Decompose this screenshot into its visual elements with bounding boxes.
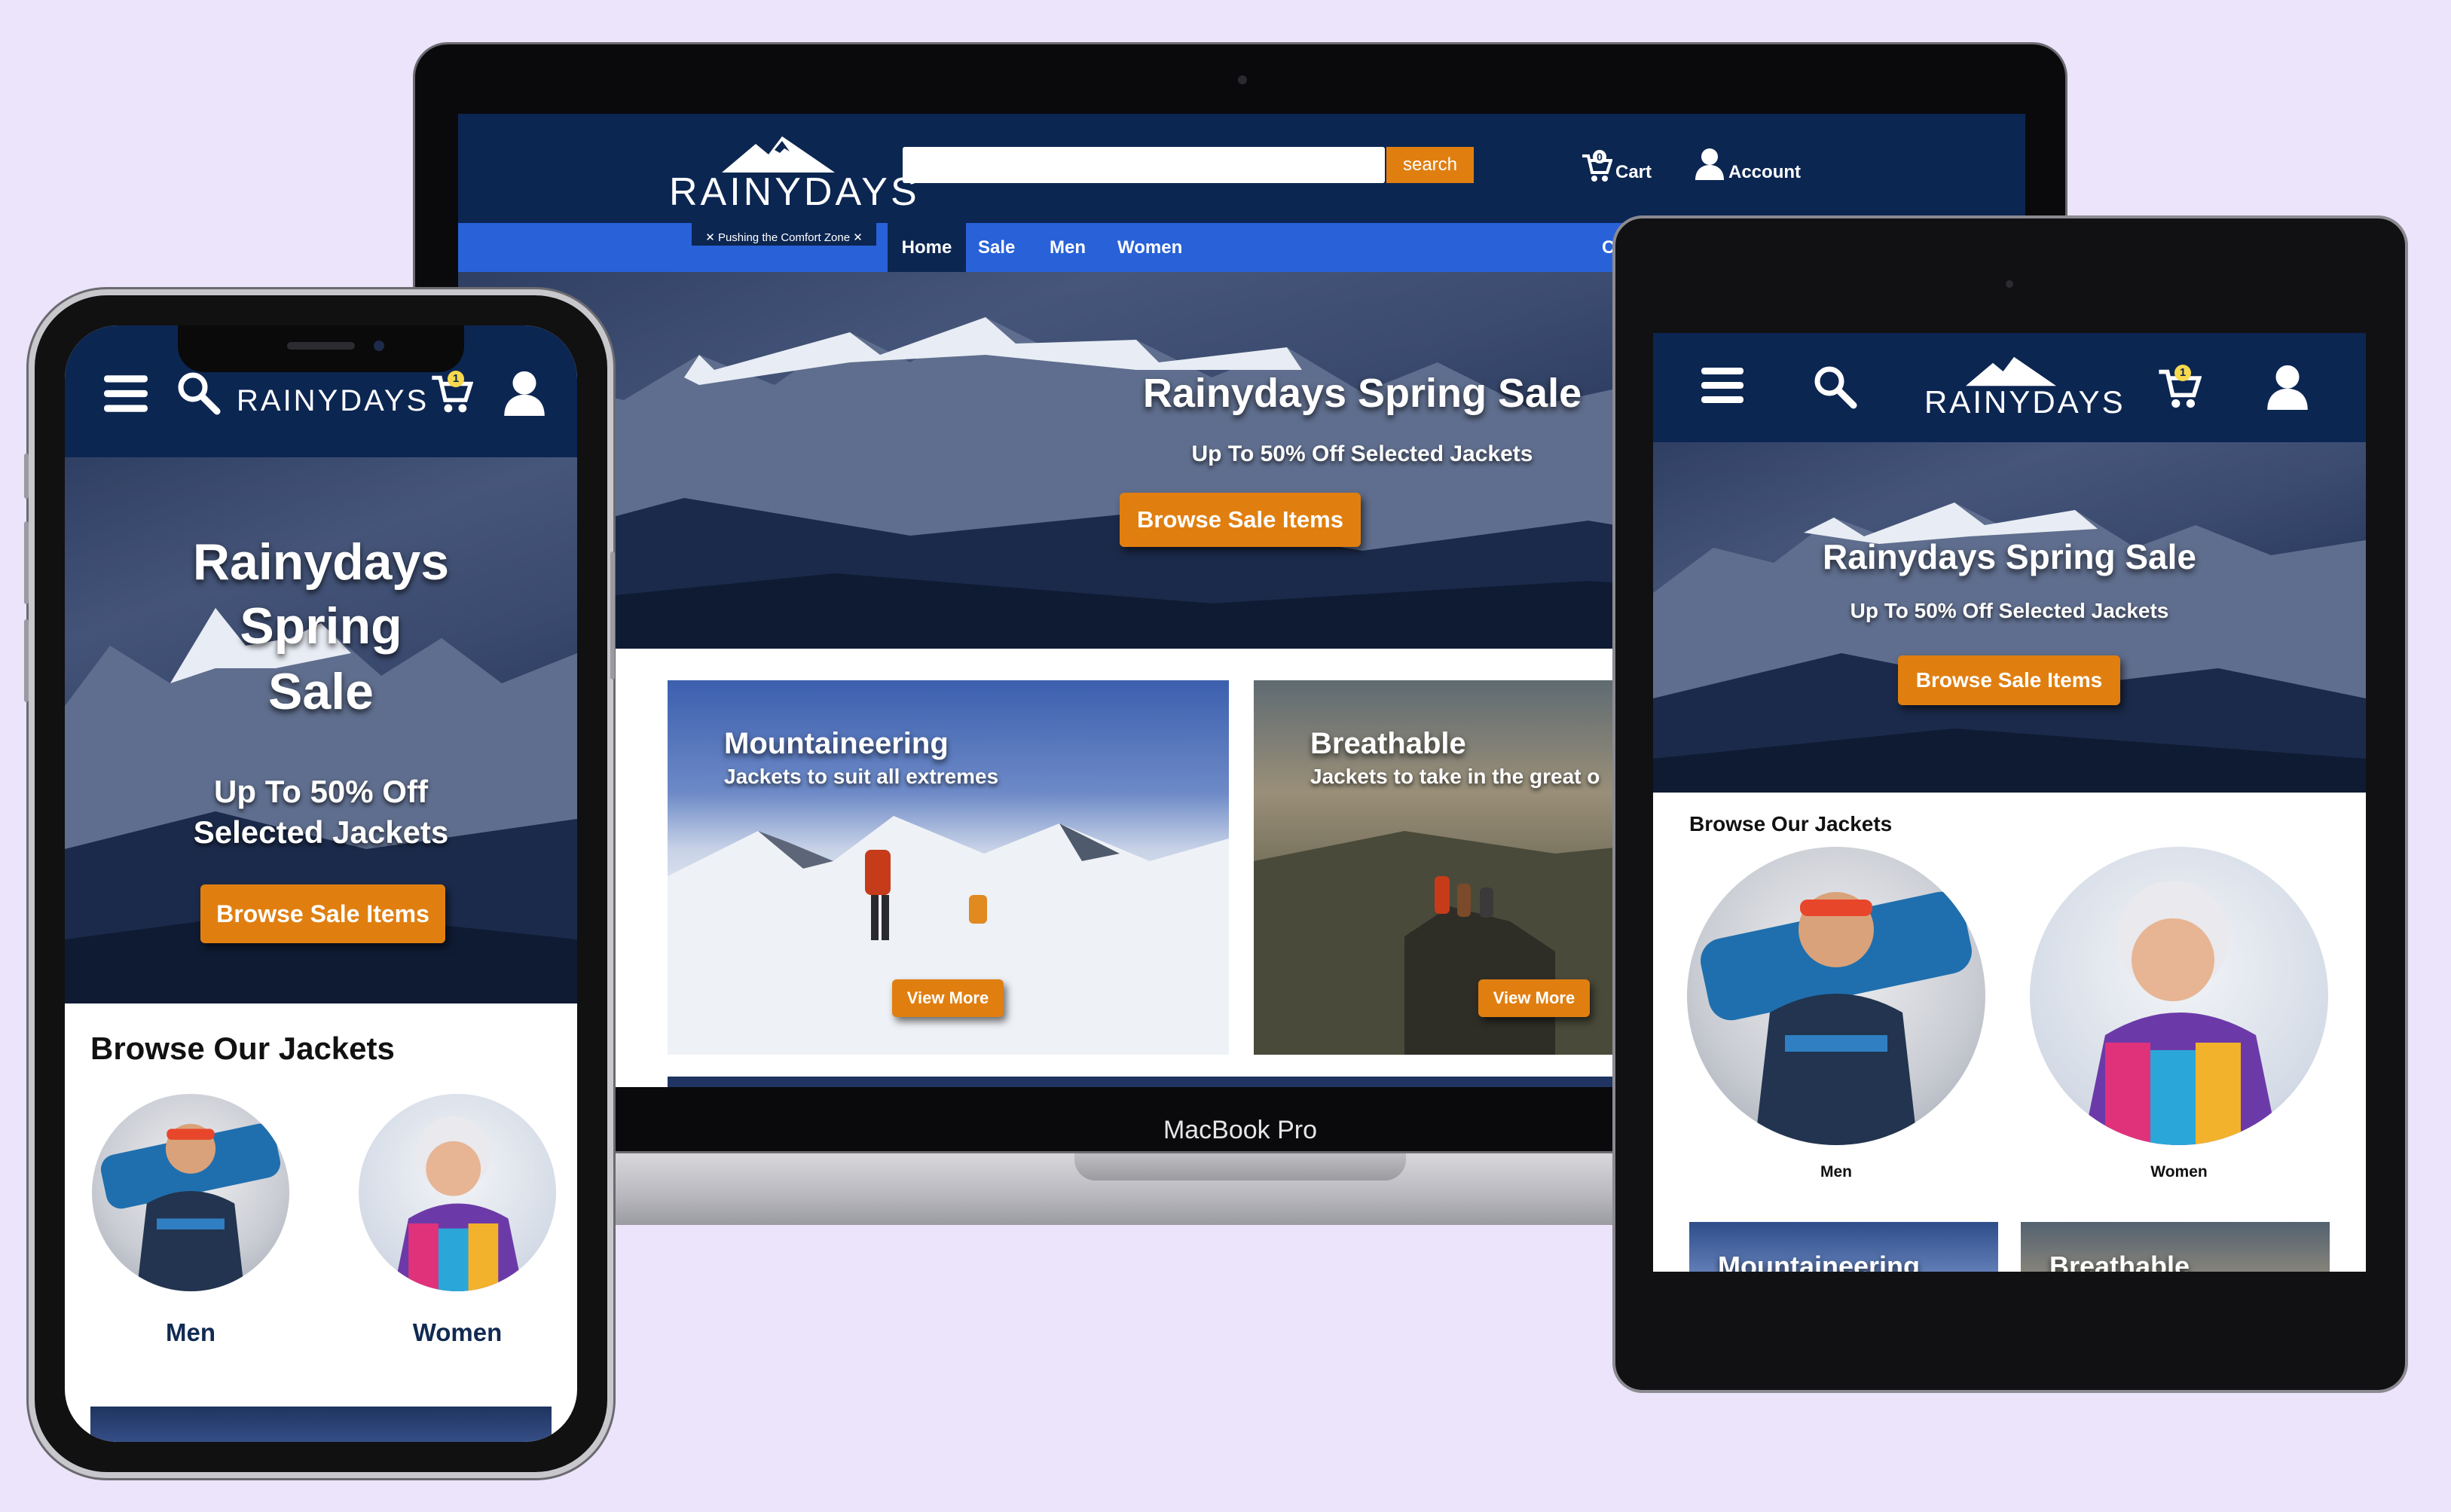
phone-browse-heading: Browse Our Jackets — [90, 1031, 395, 1066]
hamburger-menu-icon[interactable] — [102, 371, 149, 417]
hero-title: Rainydays Spring Sale — [1142, 371, 1582, 416]
hero-subtitle: Up To 50% Off Selected Jackets — [1191, 441, 1533, 466]
tablet-women-category-image[interactable] — [2030, 847, 2328, 1145]
tablet-card-breathable[interactable]: Breathable — [2021, 1222, 2330, 1272]
men-jacket-illustration — [1701, 891, 1972, 1145]
tablet-category-men-label[interactable]: Men — [1687, 1163, 1985, 1181]
men-jacket-illustration — [100, 1123, 281, 1291]
phone-logo[interactable]: RAINYDAYS — [237, 378, 429, 423]
search-button[interactable]: search — [1386, 147, 1474, 183]
phone-browse-sale-button[interactable]: Browse Sale Items — [200, 884, 445, 943]
nav-women[interactable]: Women — [1117, 223, 1182, 272]
tablet-category-women-label[interactable]: Women — [2030, 1163, 2328, 1181]
nav-home[interactable]: Home — [888, 223, 966, 272]
card-breathable-view-more[interactable]: View More — [1478, 979, 1590, 1017]
tablet-card-mountaineering-title: Mountaineering — [1718, 1251, 1920, 1272]
logo-text: RAINYDAYS — [669, 170, 920, 214]
phone-men-category-image[interactable] — [92, 1094, 289, 1291]
search-icon[interactable] — [1811, 363, 1858, 410]
tablet-card-breathable-title: Breathable — [2049, 1251, 2190, 1272]
phone-hero-subtitle-line-1: Up To 50% Off — [214, 774, 428, 809]
tablet-hero-title: Rainydays Spring Sale — [1823, 537, 2196, 576]
cart-count-badge: 1 — [2174, 365, 2191, 381]
phone-device: RAINYDAYS 1 Rainydays Spring Sale Up To … — [24, 289, 615, 1478]
phone-hero: Rainydays Spring Sale Up To 50% Off Sele… — [65, 457, 577, 1003]
phone-hero-title-line-1: Rainydays — [192, 533, 450, 591]
tablet-browse-heading: Browse Our Jackets — [1689, 812, 1893, 835]
tablet-logo[interactable]: RAINYDAYS — [1924, 356, 2126, 423]
account-icon — [1695, 148, 1724, 180]
phone-power-button — [610, 551, 615, 680]
phone-screen: RAINYDAYS 1 Rainydays Spring Sale Up To … — [65, 325, 577, 1442]
phone-side-button — [24, 454, 29, 499]
mountain-logo-icon — [1966, 356, 2056, 386]
laptop-camera — [1238, 75, 1247, 84]
phone-hero-title-line-3: Sale — [268, 663, 374, 720]
phone-hero-subtitle-line-2: Selected Jackets — [193, 814, 449, 850]
tablet-browse-sale-button[interactable]: Browse Sale Items — [1898, 655, 2120, 705]
phone-category-women-label[interactable]: Women — [359, 1318, 556, 1347]
site-logo[interactable]: RAINYDAYS — [669, 135, 920, 218]
phone-next-card-strip — [90, 1407, 552, 1442]
hamburger-menu-icon[interactable] — [1700, 363, 1745, 408]
card-breathable-title: Breathable — [1310, 727, 1466, 760]
women-jacket-illustration — [2083, 881, 2278, 1145]
tablet-card-mountaineering[interactable]: Mountaineering — [1689, 1222, 1998, 1272]
search-input[interactable] — [903, 147, 1385, 183]
tablet-men-category-image[interactable] — [1687, 847, 1985, 1145]
tablet-header: RAINYDAYS 1 — [1653, 333, 2366, 442]
phone-volume-up — [24, 521, 29, 604]
phone-speaker — [287, 342, 355, 350]
card-mountaineering[interactable]: Mountaineering Jackets to suit all extre… — [668, 680, 1229, 1055]
card-breathable-subtitle: Jackets to take in the great o — [1310, 765, 1600, 788]
laptop-notch — [1074, 1153, 1406, 1181]
mountain-logo-icon — [722, 136, 835, 173]
browse-sale-button[interactable]: Browse Sale Items — [1120, 493, 1361, 547]
phone-volume-down — [24, 619, 29, 702]
cart-count-badge: 0 — [1593, 150, 1606, 163]
logo-tagline: ✕ Pushing the Comfort Zone ✕ — [705, 231, 863, 244]
card-mountaineering-subtitle: Jackets to suit all extremes — [724, 765, 999, 788]
tablet-logo-text: RAINYDAYS — [1924, 384, 2126, 420]
tablet-hero: Rainydays Spring Sale Up To 50% Off Sele… — [1653, 442, 2366, 793]
card-mountaineering-view-more[interactable]: View More — [892, 979, 1004, 1017]
cart-link[interactable]: 0 Cart — [1581, 150, 1664, 188]
tablet-screen: RAINYDAYS 1 Rainydays Spring Sale Up To … — [1653, 333, 2366, 1272]
tablet-cart[interactable]: 1 — [2156, 365, 2209, 410]
phone-hero-title-line-2: Spring — [240, 597, 402, 655]
account-icon[interactable] — [502, 369, 547, 416]
site-header: RAINYDAYS search 0 Cart Account — [458, 114, 2025, 223]
phone-logo-text: RAINYDAYS — [237, 384, 429, 417]
tablet-camera — [2006, 280, 2013, 288]
search-icon[interactable] — [175, 369, 222, 416]
cart-label: Cart — [1615, 162, 1652, 182]
phone-cart[interactable]: 1 — [429, 371, 479, 416]
tablet-hero-subtitle: Up To 50% Off Selected Jackets — [1850, 599, 2169, 622]
tablet-device: RAINYDAYS 1 Rainydays Spring Sale Up To … — [1612, 215, 2408, 1393]
laptop-model-label: MacBook Pro — [1163, 1116, 1318, 1144]
account-icon[interactable] — [2265, 363, 2310, 410]
phone-category-men-label[interactable]: Men — [92, 1318, 289, 1347]
nav-men[interactable]: Men — [1050, 223, 1086, 272]
card-mountaineering-title: Mountaineering — [724, 727, 949, 760]
phone-front-camera — [374, 341, 384, 351]
account-link[interactable]: Account — [1694, 147, 1814, 185]
phone-women-category-image[interactable] — [359, 1094, 556, 1291]
women-jacket-illustration — [393, 1116, 524, 1291]
nav-sale[interactable]: Sale — [978, 223, 1015, 272]
account-label: Account — [1728, 162, 1801, 182]
cart-count-badge: 1 — [448, 371, 464, 387]
